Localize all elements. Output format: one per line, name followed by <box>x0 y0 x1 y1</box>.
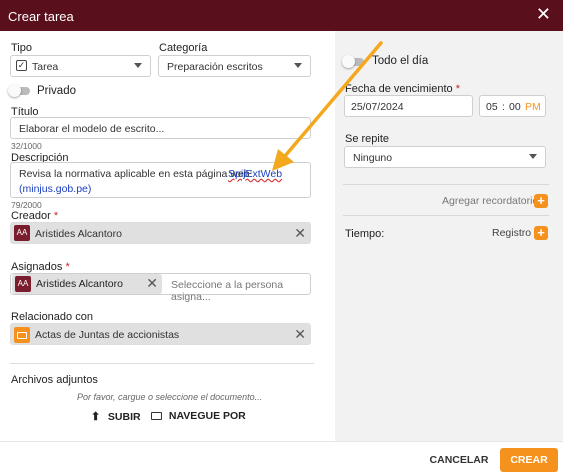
briefcase-icon <box>14 327 30 343</box>
adjuntos-hint: Por favor, cargue o seleccione el docume… <box>77 392 263 402</box>
close-icon[interactable]: ✕ <box>536 5 551 23</box>
vencimiento-time-input[interactable]: 05 : 00 PM <box>479 95 546 117</box>
add-time-icon[interactable]: + <box>534 226 548 240</box>
close-icon[interactable]: ✕ <box>294 225 306 242</box>
descripcion-textarea[interactable]: Revisa la normativa aplicable en esta pá… <box>10 162 311 198</box>
upload-icon: ⬆ <box>91 411 101 423</box>
chevron-down-icon <box>529 154 537 159</box>
descripcion-link-domain[interactable]: (minjus.gob.pe) <box>19 183 91 195</box>
relacionado-field[interactable]: Actas de Juntas de accionistas ✕ <box>10 323 311 345</box>
descripcion-text: Revisa la normativa aplicable en esta pá… <box>19 168 253 180</box>
repite-value: Ninguno <box>353 152 393 164</box>
vencimiento-date: 25/07/2024 <box>351 101 404 113</box>
divider <box>343 215 549 216</box>
left-panel: Tipo ✓ Tarea Categoría Preparación escri… <box>0 31 335 441</box>
avatar: AA <box>14 225 30 241</box>
chevron-down-icon <box>134 63 142 68</box>
tipo-value: Tarea <box>32 61 59 73</box>
todo-el-dia-label: Todo el día <box>372 55 429 67</box>
minute-value: 00 <box>509 101 521 113</box>
asignado-chip: AA Aristides Alcantoro ✕ <box>12 274 162 294</box>
vencimiento-date-input[interactable]: 25/07/2024 <box>344 95 473 117</box>
adjuntos-label: Archivos adjuntos <box>11 374 98 386</box>
tipo-label: Tipo <box>11 42 32 54</box>
descripcion-link[interactable]: SpijExtWeb <box>228 168 282 180</box>
categoria-label: Categoría <box>159 42 208 54</box>
right-panel: Todo el día Fecha de vencimiento * 25/07… <box>335 31 563 441</box>
checkbox-icon: ✓ <box>16 60 27 71</box>
creador-field[interactable]: AA Aristides Alcantoro ✕ <box>10 222 311 244</box>
browse-button[interactable]: NAVEGUE POR <box>151 410 246 426</box>
chevron-down-icon <box>294 63 302 68</box>
repite-select[interactable]: Ninguno <box>344 146 546 168</box>
create-button[interactable]: CREAR <box>500 448 558 472</box>
titulo-value: Elaborar el modelo de escrito... <box>19 123 165 135</box>
tipo-select[interactable]: ✓ Tarea <box>10 55 151 77</box>
hour-value: 05 <box>486 101 498 113</box>
creador-label: Creador * <box>11 210 59 222</box>
time-separator: : <box>502 101 505 113</box>
tiempo-label: Tiempo: <box>345 228 385 240</box>
avatar: AA <box>15 276 31 292</box>
ampm-value: PM <box>525 101 541 113</box>
divider <box>10 363 314 364</box>
upload-button[interactable]: ⬆ SUBIR <box>91 410 141 426</box>
recordatorio-label: Agregar recordatorio <box>442 195 539 207</box>
creador-name: Aristides Alcantoro <box>35 228 122 240</box>
close-icon[interactable]: ✕ <box>294 326 306 343</box>
descripcion-counter: 79/2000 <box>11 200 42 210</box>
relacionado-value: Actas de Juntas de accionistas <box>35 329 180 341</box>
categoria-value: Preparación escritos <box>167 61 263 73</box>
folder-icon <box>151 412 162 420</box>
vencimiento-label: Fecha de vencimiento * <box>345 83 460 95</box>
relacionado-label: Relacionado con <box>11 311 93 323</box>
repite-label: Se repite <box>345 133 390 145</box>
divider <box>343 184 549 185</box>
cancel-button[interactable]: CANCELAR <box>425 450 493 470</box>
add-reminder-icon[interactable]: + <box>534 194 548 208</box>
dialog-title: Crear tarea <box>8 9 74 24</box>
titulo-input[interactable]: Elaborar el modelo de escrito... <box>10 117 311 139</box>
asignado-name: Aristides Alcantoro <box>36 278 123 290</box>
close-icon[interactable]: ✕ <box>146 275 158 292</box>
asignados-placeholder: Seleccione a la persona asigna... <box>171 279 284 303</box>
dialog-footer: CANCELAR CREAR <box>0 441 563 474</box>
categoria-select[interactable]: Preparación escritos <box>158 55 311 77</box>
todo-el-dia-toggle[interactable] <box>342 55 364 68</box>
asignados-field[interactable]: AA Aristides Alcantoro ✕ Seleccione a la… <box>10 273 311 303</box>
privado-toggle[interactable] <box>8 84 30 97</box>
dialog-header: Crear tarea ✕ <box>0 0 563 31</box>
privado-label: Privado <box>37 85 76 97</box>
asignados-label: Asignados * <box>11 261 70 273</box>
registro-label: Registro <box>492 227 532 239</box>
titulo-counter: 32/1000 <box>11 141 42 151</box>
